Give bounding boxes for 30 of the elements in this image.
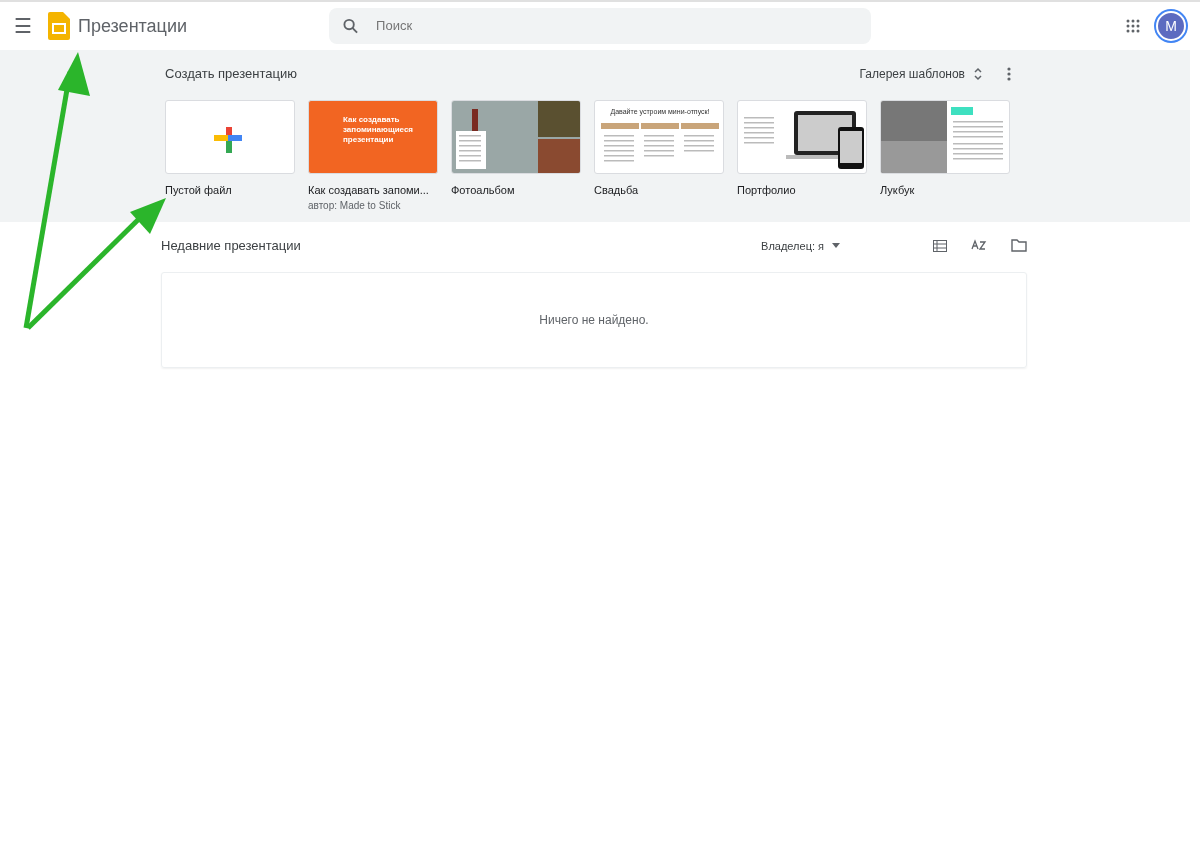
- folder-icon[interactable]: [1011, 239, 1027, 253]
- owner-filter-dropdown[interactable]: Владелец: я: [761, 237, 840, 254]
- template-name: Фотоальбом: [451, 182, 516, 198]
- template-name: Свадьба: [594, 182, 640, 198]
- section-title: Создать презентацию: [165, 65, 297, 83]
- list-view-icon[interactable]: [933, 239, 947, 252]
- search-field[interactable]: Поиск: [329, 8, 872, 44]
- template-thumbnail[interactable]: [880, 99, 1010, 174]
- more-options-icon[interactable]: [1007, 66, 1011, 81]
- template-name: Портфолио: [737, 182, 797, 198]
- template-name: Лукбук: [880, 182, 916, 198]
- template-thumbnail[interactable]: [737, 99, 867, 174]
- app-title: Презентации: [78, 14, 188, 38]
- search-icon: [343, 18, 359, 34]
- search-input[interactable]: Поиск: [374, 15, 858, 37]
- apps-grid-icon[interactable]: [1126, 19, 1140, 33]
- template-name: Как создавать запоми...: [308, 182, 430, 198]
- expand-icon[interactable]: [973, 66, 983, 81]
- section-title: Недавние презентации: [161, 237, 301, 255]
- caret-icon[interactable]: [832, 243, 840, 249]
- empty-message: Ничего не найдено.: [539, 311, 649, 329]
- thumbnail-title: Как создавать запоминающиеся презентации: [343, 114, 414, 145]
- template-thumbnail[interactable]: [451, 99, 581, 174]
- menu-icon[interactable]: ☰: [14, 11, 32, 41]
- template-thumbnail[interactable]: [165, 99, 295, 174]
- template-name: Пустой файл: [165, 182, 233, 198]
- slides-logo-icon: [48, 12, 70, 40]
- template-author: автор: Made to Stick: [308, 199, 402, 213]
- template-gallery-link[interactable]: Галерея шаблонов: [859, 64, 965, 83]
- account-avatar[interactable]: M: [1156, 11, 1186, 41]
